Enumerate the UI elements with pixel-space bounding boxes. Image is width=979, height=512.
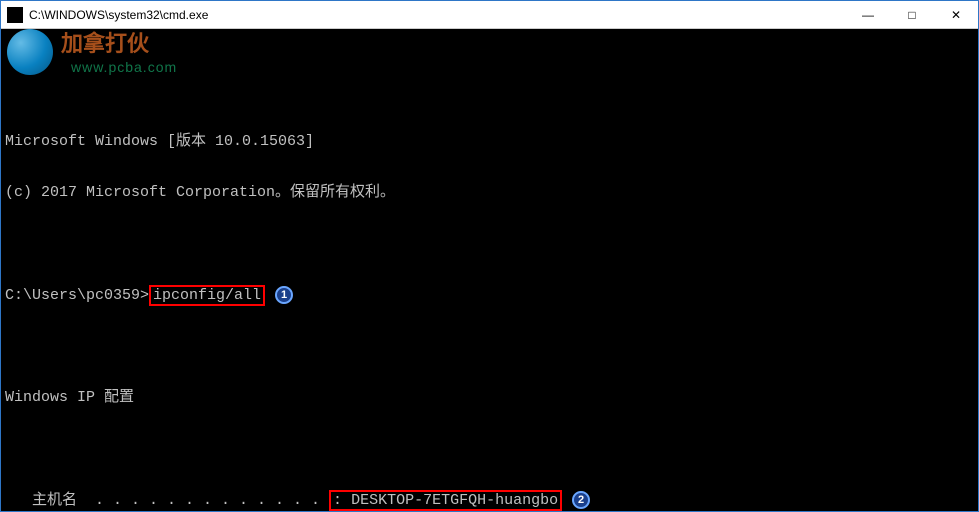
watermark-text1: 加拿打伙 [61,35,149,52]
cmd-icon [7,7,23,23]
window-controls: — □ ✕ [846,1,978,29]
maximize-button[interactable]: □ [890,1,934,29]
titlebar[interactable]: C:\WINDOWS\system32\cmd.exe — □ ✕ [1,1,978,29]
watermark-logo [7,29,53,75]
highlight-command: ipconfig/all [149,285,265,306]
terminal[interactable]: 加拿打伙 www.pcba.com Microsoft Windows [版本 … [1,29,978,511]
hostname-value: DESKTOP-7ETGFQH-huangbo [351,492,558,509]
badge-2: 2 [572,491,590,509]
blank [5,338,974,355]
blank [5,440,974,457]
blank [5,235,974,252]
watermark-text2: www.pcba.com [71,59,177,76]
highlight-hostname: : DESKTOP-7ETGFQH-huangbo [329,490,562,511]
prompt-line: C:\Users\pc0359>ipconfig/all 1 [5,286,974,304]
header-line-1: Microsoft Windows [版本 10.0.15063] [5,133,974,150]
hostname-label: 主机名 . . . . . . . . . . . . . [5,492,329,509]
minimize-button[interactable]: — [846,1,890,29]
hostname-sep: : [333,492,351,509]
prompt-prefix: C:\Users\pc0359> [5,287,149,304]
hostname-line: 主机名 . . . . . . . . . . . . . : DESKTOP-… [5,491,974,509]
section1-title: Windows IP 配置 [5,389,974,406]
window-title: C:\WINDOWS\system32\cmd.exe [29,8,846,22]
close-button[interactable]: ✕ [934,1,978,29]
header-line-2: (c) 2017 Microsoft Corporation。保留所有权利。 [5,184,974,201]
command-text: ipconfig/all [153,287,261,304]
badge-1: 1 [275,286,293,304]
